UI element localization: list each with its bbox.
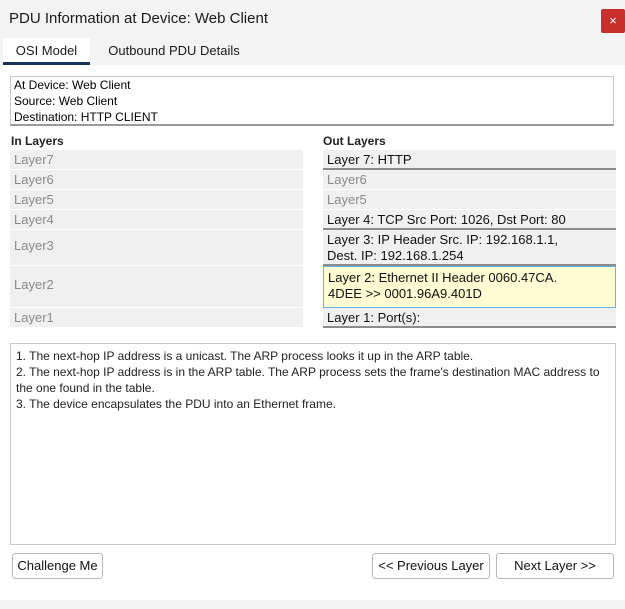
- source-text: Source: Web Client: [14, 94, 118, 108]
- tab-osi-model[interactable]: OSI Model: [3, 38, 90, 65]
- in-layer-2[interactable]: Layer2: [10, 266, 303, 308]
- challenge-me-button[interactable]: Challenge Me: [12, 553, 103, 579]
- out-layer-4[interactable]: Layer 4: TCP Src Port: 1026, Dst Port: 8…: [323, 210, 616, 230]
- in-layer-3[interactable]: Layer3: [10, 230, 303, 266]
- out-layer-3-line1: Layer 3: IP Header Src. IP: 192.168.1.1,: [327, 232, 559, 247]
- out-layer-3-line2: Dest. IP: 192.168.1.254: [327, 248, 464, 263]
- out-layer-1[interactable]: Layer 1: Port(s):: [323, 308, 616, 328]
- in-layer-1[interactable]: Layer1: [10, 308, 303, 328]
- in-layers-header: In Layers: [11, 134, 64, 148]
- tab-bar: OSI Model Outbound PDU Details: [0, 38, 625, 65]
- out-layer-4-text: Layer 4: TCP Src Port: 1026, Dst Port: 8…: [327, 212, 566, 227]
- tab-outbound-pdu-details[interactable]: Outbound PDU Details: [90, 38, 258, 65]
- window-title: PDU Information at Device: Web Client: [9, 10, 268, 27]
- previous-layer-button[interactable]: << Previous Layer: [372, 553, 490, 579]
- in-layer-7[interactable]: Layer7: [10, 150, 303, 170]
- in-layer-6[interactable]: Layer6: [10, 170, 303, 190]
- out-layer-5-text: Layer5: [327, 192, 367, 207]
- tab-content: At Device: Web Client Source: Web Client…: [0, 65, 625, 609]
- pdu-info-window: PDU Information at Device: Web Client × …: [0, 0, 625, 609]
- out-layer-7-text: Layer 7: HTTP: [327, 152, 412, 167]
- out-layer-1-text: Layer 1: Port(s):: [327, 310, 421, 325]
- device-info-box: At Device: Web Client Source: Web Client…: [10, 76, 614, 126]
- close-icon: ×: [609, 13, 617, 28]
- description-line-3: 3. The device encapsulates the PDU into …: [16, 397, 336, 411]
- description-line-2: 2. The next-hop IP address is in the ARP…: [16, 365, 600, 395]
- out-layer-2-line1: Layer 2: Ethernet II Header 0060.47CA.: [328, 270, 558, 285]
- out-layer-5[interactable]: Layer5: [323, 190, 616, 210]
- close-button[interactable]: ×: [601, 9, 625, 33]
- out-layer-6[interactable]: Layer6: [323, 170, 616, 190]
- destination-text: Destination: HTTP CLIENT: [14, 110, 158, 124]
- next-layer-button[interactable]: Next Layer >>: [496, 553, 614, 579]
- description-line-1: 1. The next-hop IP address is a unicast.…: [16, 349, 474, 363]
- layer-description-box: 1. The next-hop IP address is a unicast.…: [10, 343, 616, 545]
- out-layer-3[interactable]: Layer 3: IP Header Src. IP: 192.168.1.1,…: [323, 230, 616, 266]
- out-layer-7[interactable]: Layer 7: HTTP: [323, 150, 616, 170]
- at-device-text: At Device: Web Client: [14, 78, 131, 92]
- out-layers-header: Out Layers: [323, 134, 386, 148]
- in-layer-4[interactable]: Layer4: [10, 210, 303, 230]
- out-layer-6-text: Layer6: [327, 172, 367, 187]
- out-layer-2-selected[interactable]: Layer 2: Ethernet II Header 0060.47CA. 4…: [323, 266, 616, 308]
- title-bar: PDU Information at Device: Web Client ×: [0, 0, 625, 38]
- in-layer-5[interactable]: Layer5: [10, 190, 303, 210]
- window-bottom-edge: [0, 600, 625, 609]
- out-layer-2-line2: 4DEE >> 0001.96A9.401D: [328, 286, 482, 301]
